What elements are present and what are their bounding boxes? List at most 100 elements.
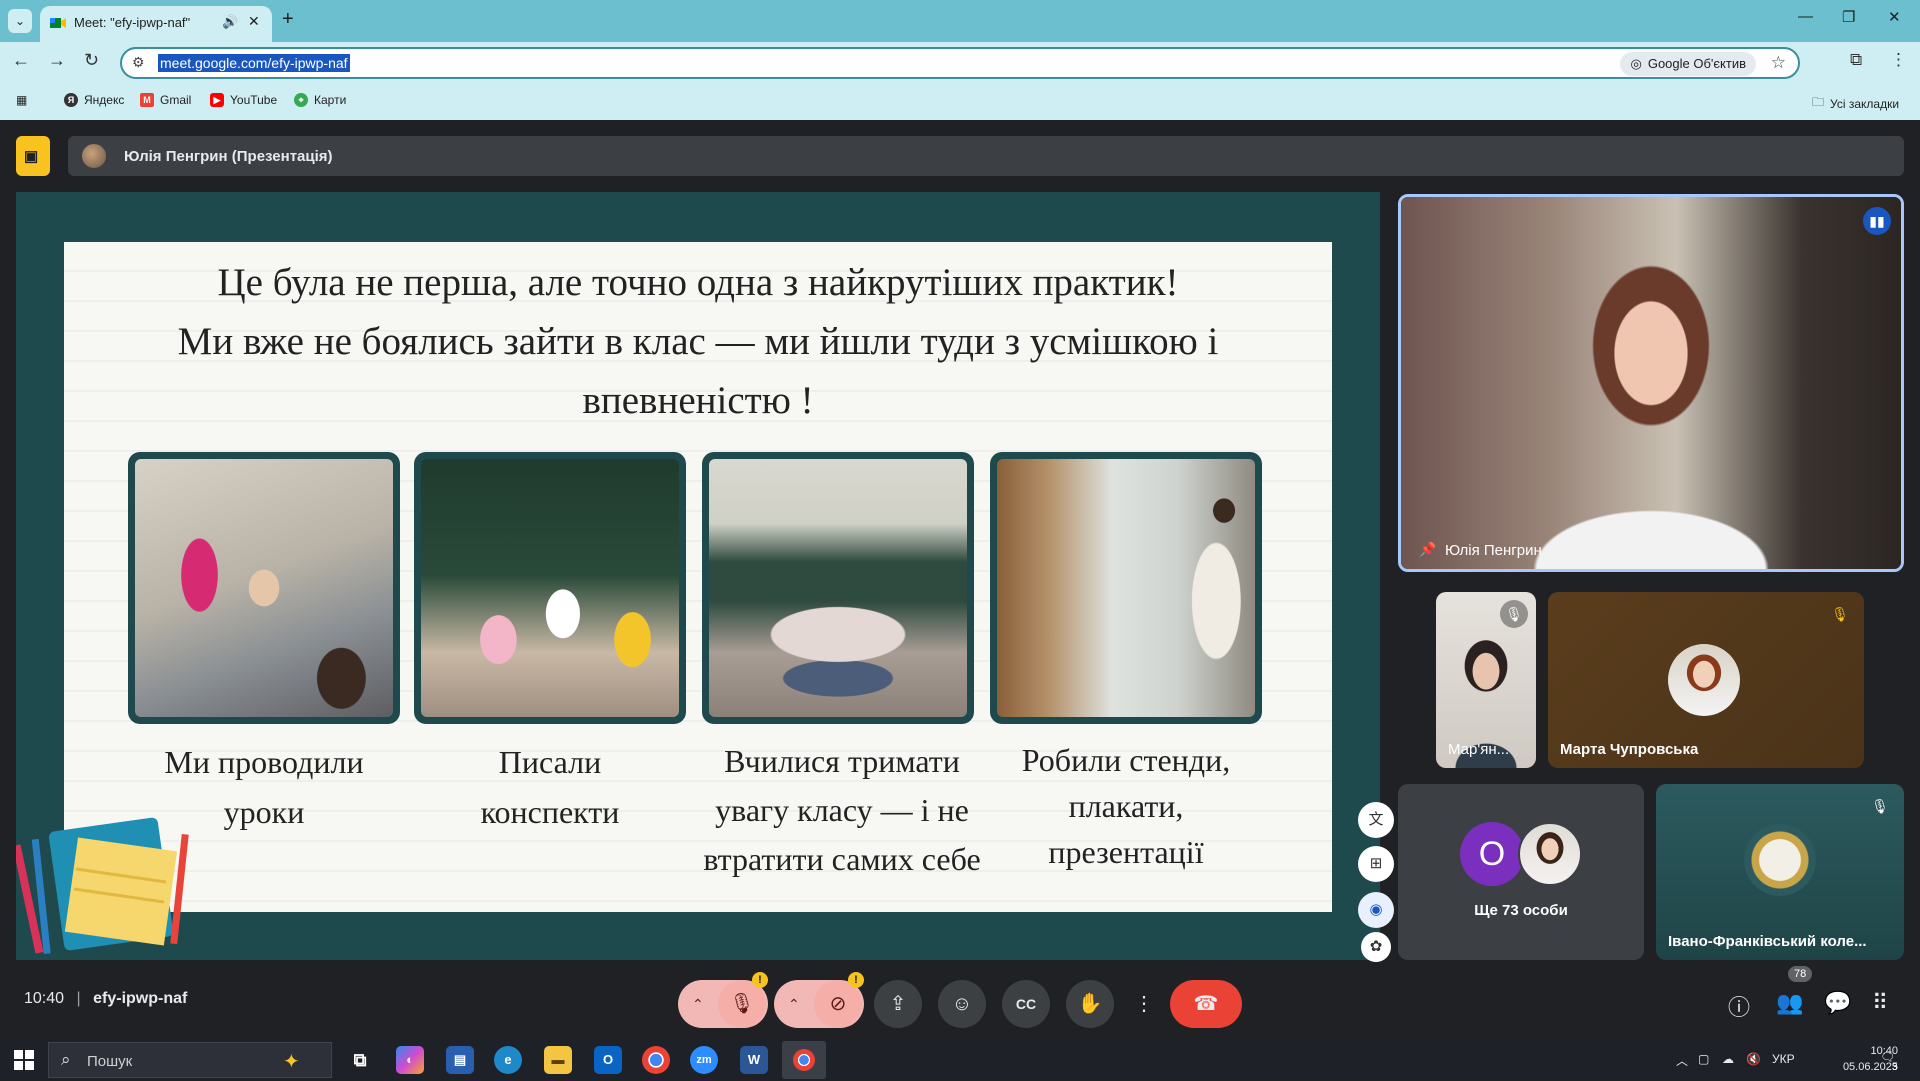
new-tab-button[interactable]: + <box>282 8 294 31</box>
slide-headline-line-3: впевненістю ! <box>582 379 814 422</box>
gemini-icon[interactable]: ◉ <box>1358 892 1394 928</box>
captions-button[interactable]: CC <box>1002 980 1050 1028</box>
browser-toolbar: ← → ↻ ⚙ meet.google.com/efy-ipwp-naf ◎ Go… <box>0 42 1920 84</box>
outlook-icon[interactable]: O <box>594 1046 622 1074</box>
meet-stage: ▣ Юлія Пенгрин (Презентація) Це була не … <box>0 120 1920 1040</box>
maps-icon: ⌖ <box>294 93 308 107</box>
pin-icon[interactable]: 📌 <box>1419 541 1436 558</box>
camera-options-chevron-icon[interactable]: ⌃ <box>788 980 800 1028</box>
onedrive-icon[interactable]: ☁ <box>1722 1052 1734 1066</box>
search-placeholder: Пошук <box>87 1053 133 1070</box>
all-bookmarks[interactable]: 🗀 Усі закладки <box>1812 93 1899 114</box>
taskbar-search[interactable]: ⌕ Пошук ✦ <box>48 1042 332 1078</box>
mic-options-chevron-icon[interactable]: ⌃ <box>692 980 704 1028</box>
presenter-label: Юлія Пенгрин (Презентація) <box>124 148 333 165</box>
meet-tray-icon[interactable]: ▢ <box>1698 1052 1709 1066</box>
more-options-button[interactable]: ⋮ <box>1124 980 1164 1028</box>
google-lens-button[interactable]: ◎ Google Об'єктив <box>1620 52 1756 76</box>
bookmark-gmail[interactable]: M Gmail <box>140 93 191 107</box>
presentation-toggle-button[interactable]: ▣ <box>16 136 50 176</box>
tab-strip: ⌄ Meet: "efy-ipwp-naf" 🔊 ✕ + — ❐ ✕ <box>0 0 1920 42</box>
end-call-button[interactable]: ☎ <box>1170 980 1242 1028</box>
caption-attention: Вчилися тримати увагу класу — і не втрат… <box>703 743 981 877</box>
forward-icon[interactable]: → <box>48 50 66 71</box>
reload-icon[interactable]: ↻ <box>84 50 99 71</box>
back-icon[interactable]: ← <box>12 50 30 71</box>
caption-notes: Писали конспекти <box>480 744 620 830</box>
window-close-icon[interactable]: ✕ <box>1888 8 1901 26</box>
task-view-icon[interactable]: ⧉ <box>346 1046 374 1074</box>
word-icon[interactable]: W <box>740 1046 768 1074</box>
mic-warning-badge: ! <box>752 972 768 988</box>
bookmark-maps[interactable]: ⌖ Карти <box>294 93 346 107</box>
separator: | <box>76 990 81 1007</box>
caption-stands: Робили стенди, плакати, презентації <box>1021 742 1231 870</box>
participant-avatar-2 <box>1668 644 1740 716</box>
store-icon[interactable]: ▤ <box>446 1046 474 1074</box>
chrome-icon[interactable] <box>642 1046 670 1074</box>
meet-favicon-icon <box>50 18 66 28</box>
participant-name-1: Мар'ян... <box>1448 741 1510 758</box>
zoom-icon[interactable]: zm <box>690 1046 718 1074</box>
people-count-badge: 78 <box>1788 966 1813 982</box>
chrome-active-icon[interactable] <box>782 1041 826 1079</box>
menu-dots-icon[interactable]: ⋮ <box>1890 50 1907 70</box>
tile-participant-marta[interactable]: 🎙 Марта Чупровська <box>1548 592 1864 768</box>
keyboard-language[interactable]: УКР <box>1772 1052 1795 1066</box>
apps-grid-icon[interactable]: ▦ <box>16 93 27 107</box>
chat-icon[interactable]: 💬 <box>1824 990 1851 1016</box>
bookmark-youtube[interactable]: ▶ YouTube <box>210 93 277 107</box>
people-icon[interactable]: 👥 <box>1776 990 1803 1016</box>
shared-screen: Це була не перша, але точно одна з найкр… <box>16 192 1394 962</box>
bookmark-star-icon[interactable]: ☆ <box>1771 53 1786 73</box>
participant-name-2: Марта Чупровська <box>1560 741 1699 758</box>
mic-off-icon: 🎙 <box>1500 600 1528 628</box>
college-emblem <box>1744 824 1816 896</box>
tray-overflow-icon[interactable]: ︿ <box>1676 1052 1688 1069</box>
copilot-icon[interactable]: ◐ <box>396 1046 424 1074</box>
tab-audio-icon[interactable]: 🔊 <box>222 14 238 30</box>
apps-icon[interactable]: ⊞ <box>1358 846 1394 882</box>
emoji-button[interactable]: ☺ <box>938 980 986 1028</box>
tab-close-icon[interactable]: ✕ <box>248 13 260 30</box>
tile-participant-marian[interactable]: 🎙 Мар'ян... <box>1436 592 1536 768</box>
lens-icon: ◎ <box>1630 56 1642 71</box>
windows-start-icon[interactable] <box>14 1050 34 1070</box>
tab-title: Meet: "efy-ipwp-naf" <box>74 15 191 30</box>
meeting-info: 10:40 | efy-ipwp-naf <box>24 990 187 1008</box>
tab-search-button[interactable]: ⌄ <box>8 9 32 33</box>
slide-photo-lesson <box>128 452 400 724</box>
tile-main-speaker[interactable]: ▮▮ Юлія Пенгрин 📌 <box>1398 194 1904 572</box>
presenter-strip: Юлія Пенгрин (Презентація) <box>68 136 1904 176</box>
file-explorer-icon[interactable]: ▬ <box>544 1046 572 1074</box>
meeting-time: 10:40 <box>24 990 65 1007</box>
volume-mute-icon[interactable]: 🔇 <box>1746 1052 1761 1066</box>
presenter-avatar <box>82 144 106 168</box>
address-bar[interactable]: ⚙ meet.google.com/efy-ipwp-naf ◎ Google О… <box>120 47 1800 79</box>
lens-label: Google Об'єктив <box>1647 56 1746 71</box>
edge-icon[interactable]: e <box>494 1046 522 1074</box>
slide-photo-class <box>702 452 974 724</box>
raise-hand-button[interactable]: ✋ <box>1066 980 1114 1028</box>
activities-icon[interactable]: ⠿ <box>1872 990 1888 1016</box>
bookmarks-bar: ▦ Я Яндекс M Gmail ▶ YouTube ⌖ Карти 🗀 Усі за… <box>0 84 1920 120</box>
speaker-video <box>1401 197 1901 569</box>
meeting-details-icon[interactable]: ⓘ <box>1728 990 1750 1022</box>
browser-tab[interactable]: Meet: "efy-ipwp-naf" 🔊 ✕ <box>40 6 272 42</box>
windows-taskbar: ⌕ Пошук ✦ ⧉ ◐ ▤ e ▬ O zm W ︿ ▢ ☁ 🔇 УКР 1… <box>0 1040 1920 1080</box>
site-info-icon[interactable]: ⚙ <box>132 54 145 71</box>
others-photo-avatar <box>1518 822 1582 886</box>
minimize-icon[interactable]: — <box>1798 8 1813 25</box>
meeting-code: efy-ipwp-naf <box>93 990 188 1007</box>
tile-college[interactable]: 🎙 Івано-Франківський коле... <box>1656 784 1904 960</box>
tile-others[interactable]: О Ще 73 особи <box>1398 784 1644 960</box>
translate-caption-icon[interactable]: 文 <box>1358 802 1394 838</box>
extension-icon[interactable]: ⧉ <box>1850 50 1862 70</box>
effects-icon[interactable]: ✿ <box>1361 932 1391 962</box>
url-text[interactable]: meet.google.com/efy-ipwp-naf <box>158 54 350 72</box>
slide-photo-notes <box>414 452 686 724</box>
restore-icon[interactable]: ❐ <box>1842 8 1855 26</box>
search-icon: ⌕ <box>61 1050 71 1069</box>
bookmark-yandex[interactable]: Я Яндекс <box>64 93 124 107</box>
present-screen-button[interactable]: ⇪ <box>874 980 922 1028</box>
